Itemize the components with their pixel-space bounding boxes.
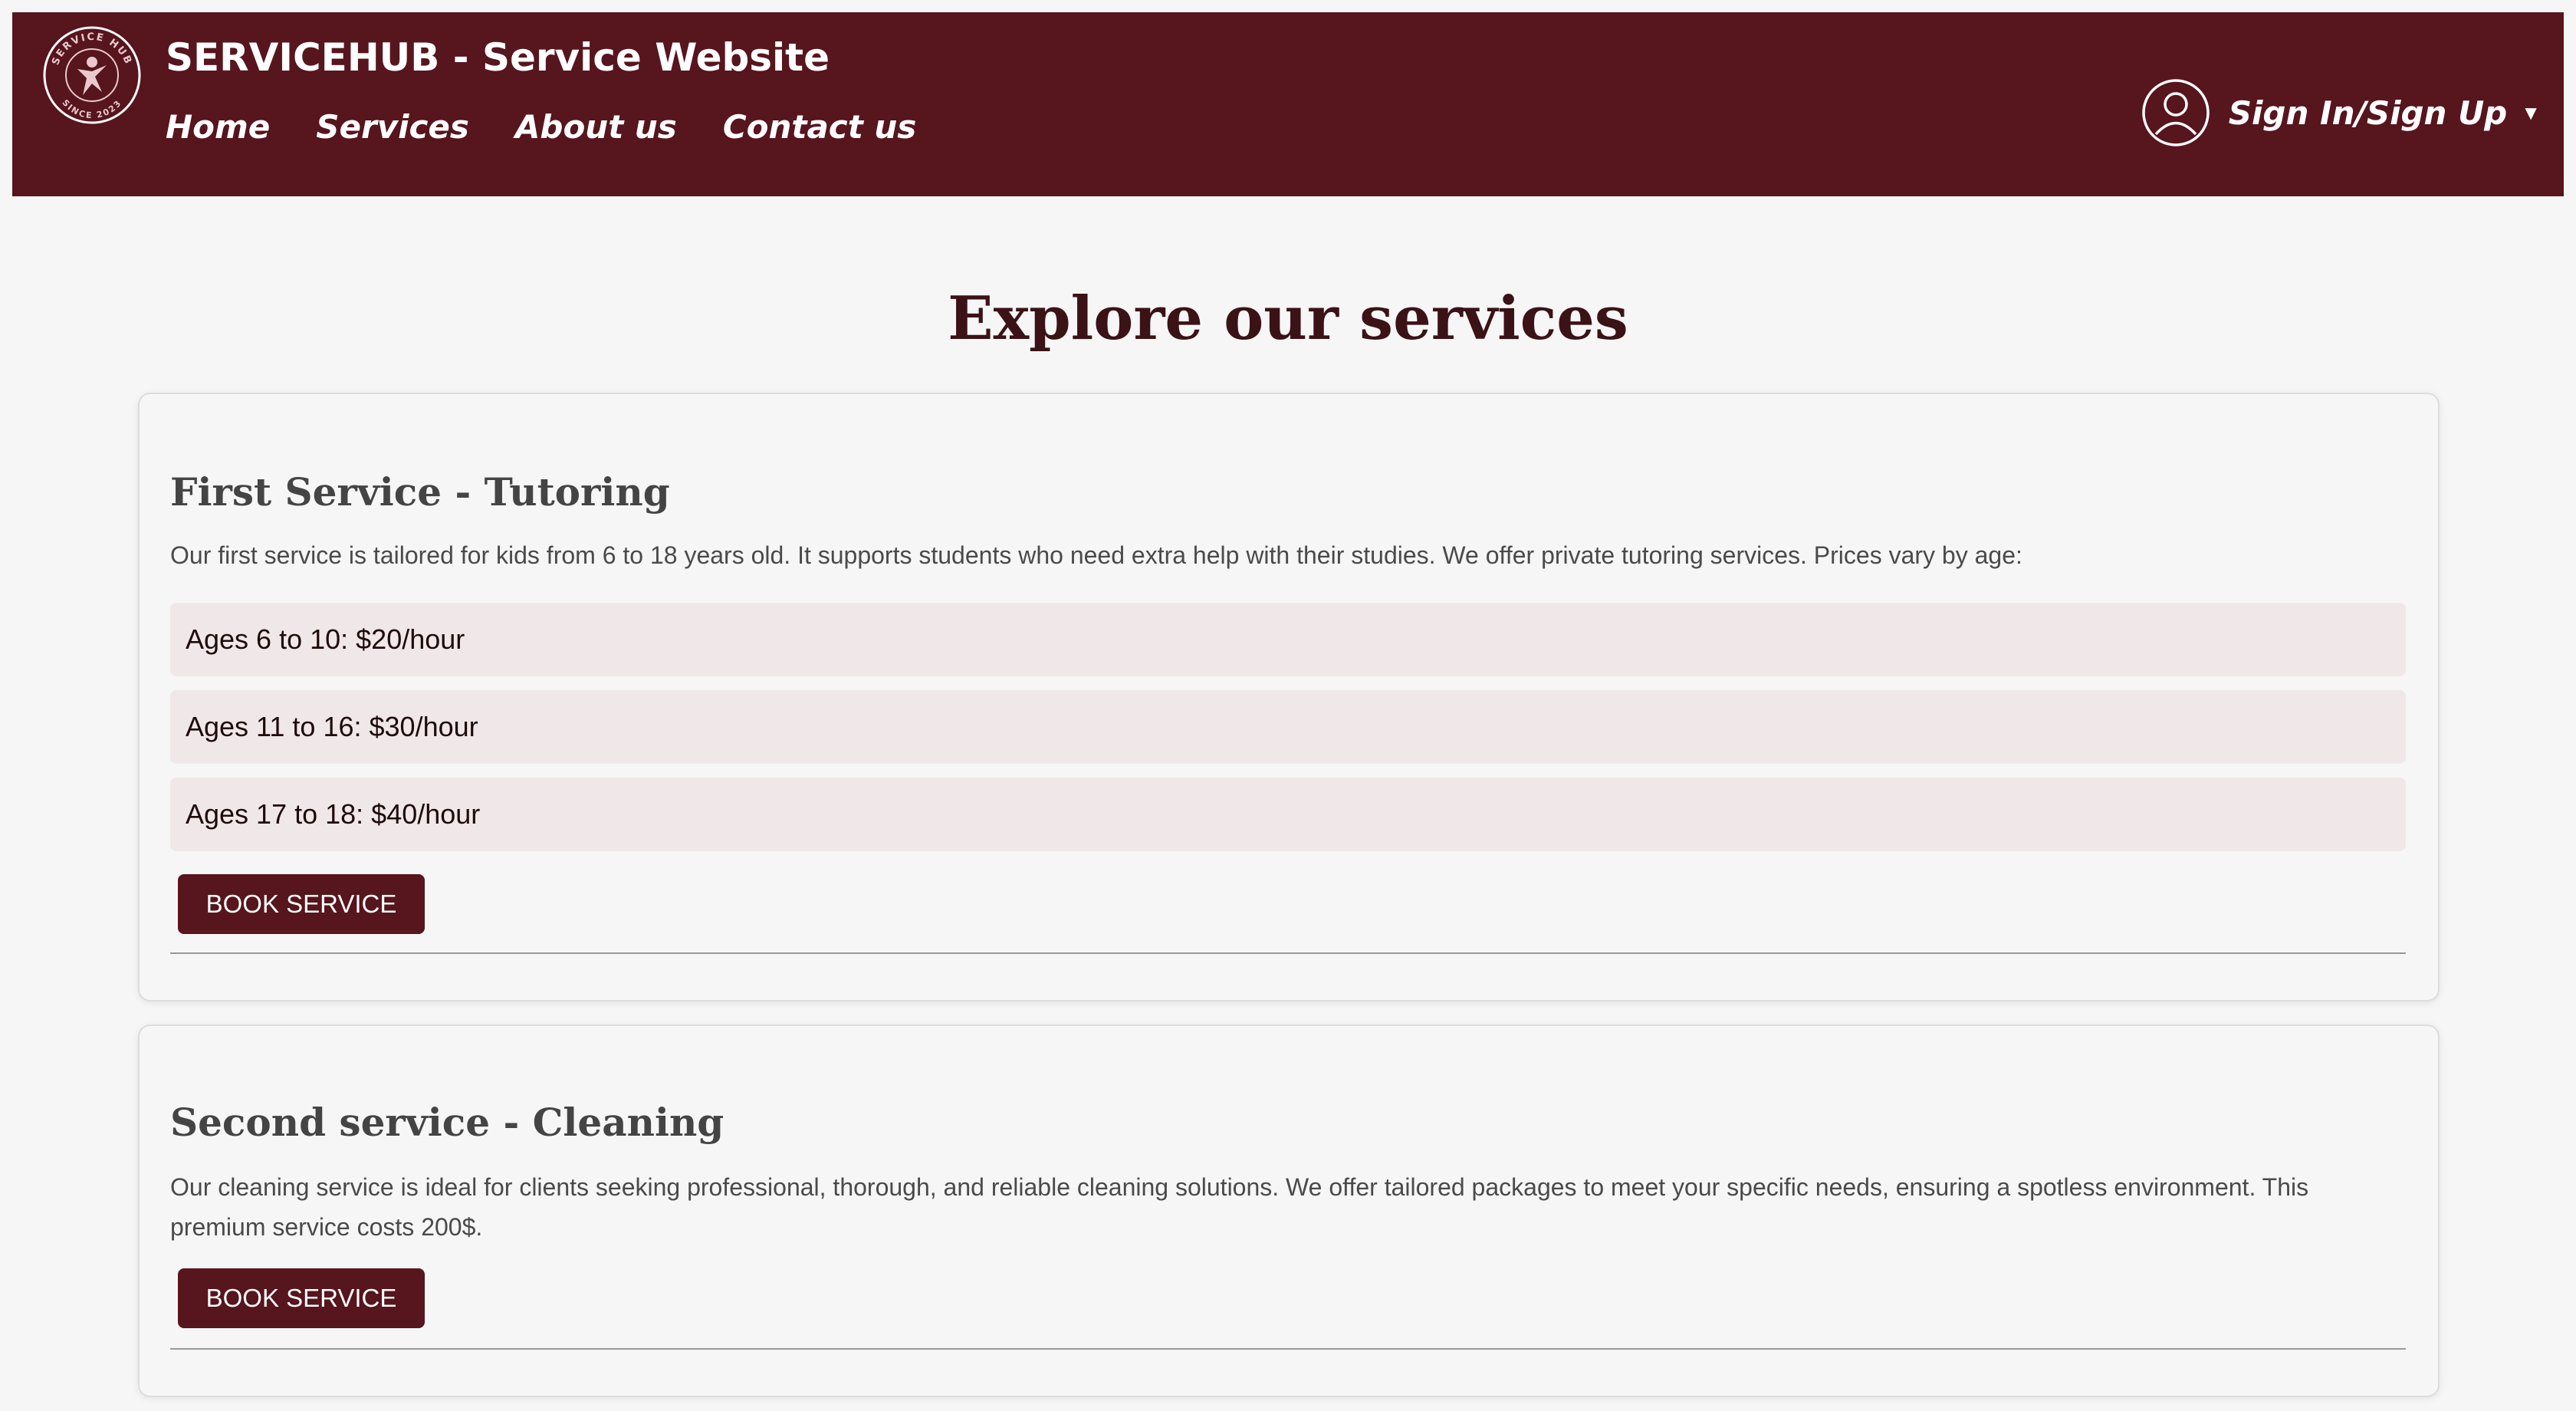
nav-home[interactable]: Home [166, 89, 270, 166]
price-item: Ages 11 to 16: $30/hour [170, 690, 2406, 764]
divider [170, 952, 2406, 954]
service-title: First Service - Tutoring [170, 469, 670, 515]
logo-icon: SERVICE HUB SINCE 2023 [43, 26, 141, 124]
site-title: SERVICEHUB - Service Website [166, 35, 830, 80]
site-header: SERVICE HUB SINCE 2023 SERVICEHUB - Serv… [12, 12, 2564, 196]
nav-services[interactable]: Services [316, 89, 469, 166]
service-card-tutoring: First Service - Tutoring Our first servi… [138, 393, 2440, 1002]
sign-in-label: Sign In/Sign Up [2228, 94, 2508, 132]
service-title: Second service - Cleaning [170, 1100, 724, 1145]
book-service-button[interactable]: BOOK SERVICE [178, 1268, 425, 1328]
divider [170, 1348, 2406, 1350]
nav-about-us[interactable]: About us [515, 89, 677, 166]
price-item: Ages 17 to 18: $40/hour [170, 778, 2406, 851]
sign-in-dropdown[interactable]: Sign In/Sign Up ▼ [2141, 78, 2541, 147]
user-circle-icon [2142, 79, 2210, 146]
nav-contact-us[interactable]: Contact us [723, 89, 917, 166]
service-card-cleaning: Second service - Cleaning Our cleaning s… [138, 1025, 2440, 1397]
service-hub-logo[interactable]: SERVICE HUB SINCE 2023 [41, 25, 143, 126]
service-description: Our cleaning service is ideal for client… [170, 1173, 2309, 1241]
page-title: Explore our services [948, 284, 1628, 354]
book-service-button[interactable]: BOOK SERVICE [178, 874, 425, 934]
price-item: Ages 6 to 10: $20/hour [170, 603, 2406, 676]
price-list: Ages 6 to 10: $20/hour Ages 11 to 16: $3… [170, 603, 2406, 865]
caret-down-icon: ▼ [2521, 100, 2541, 124]
main-nav: Home Services About us Contact us [166, 89, 916, 166]
service-description: Our first service is tailored for kids f… [170, 541, 2022, 569]
